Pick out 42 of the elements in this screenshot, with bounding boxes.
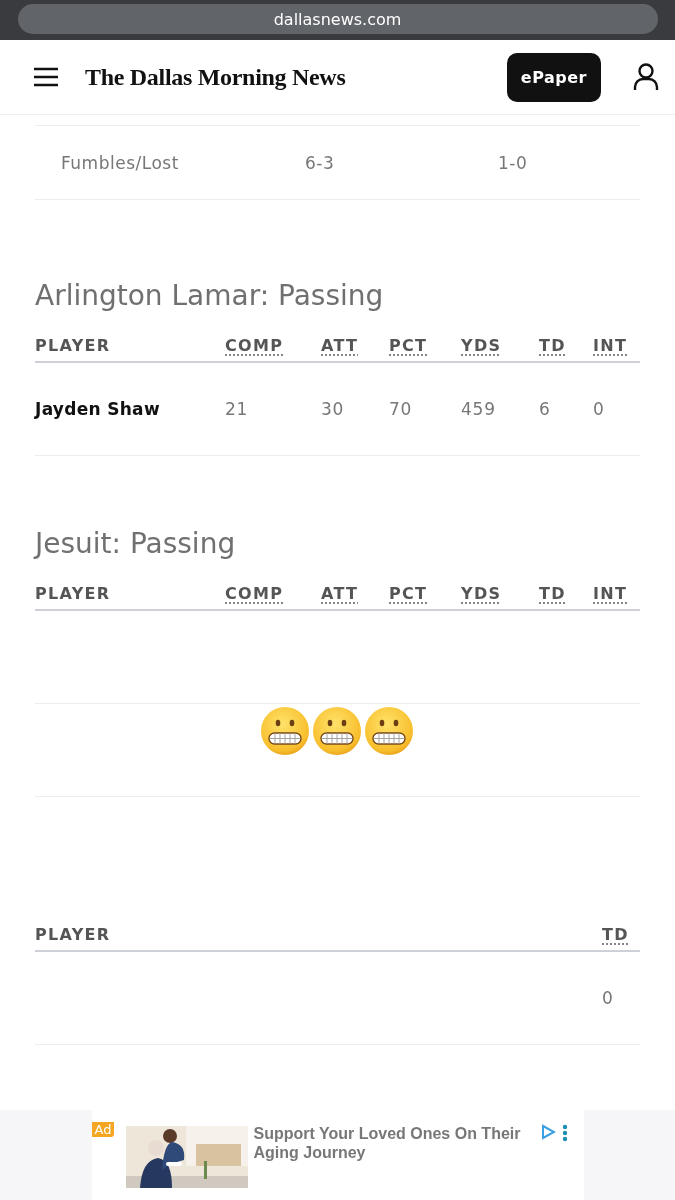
- column-header: ATT: [321, 584, 359, 603]
- table-title: Jesuit: Passing: [35, 526, 237, 562]
- table-cell: 21: [225, 399, 249, 419]
- ad-headline[interactable]: Support Your Loved Ones On Their Aging Journey: [253, 1124, 534, 1162]
- ad-badge: Ad: [91, 1122, 115, 1137]
- stat-value: 6-3: [305, 152, 336, 173]
- address-bar[interactable]: dallasnews.com: [17, 4, 658, 34]
- grimacing-emoji-icon: [364, 706, 414, 756]
- column-header: YDS: [461, 336, 502, 355]
- column-header: INT: [593, 336, 628, 355]
- column-header: PLAYER: [35, 925, 111, 944]
- table-cell: 6: [539, 399, 551, 419]
- column-header: YDS: [461, 584, 502, 603]
- column-header: TD: [539, 336, 566, 355]
- menu-icon[interactable]: [33, 67, 59, 87]
- column-header: PCT: [389, 336, 428, 355]
- column-header: INT: [593, 584, 628, 603]
- table-cell: 30: [321, 399, 345, 419]
- player-name: Jayden Shaw: [35, 399, 160, 419]
- table-cell: 70: [389, 399, 413, 419]
- ad-banner[interactable]: Ad Support Your Loved Ones On Their Aging Journey: [91, 1110, 584, 1200]
- table-cell: 459: [461, 399, 496, 419]
- column-header: PLAYER: [35, 336, 111, 355]
- column-header: COMP: [225, 336, 284, 355]
- grimacing-emoji-icon: [260, 706, 310, 756]
- table-cell: 0: [602, 988, 614, 1008]
- play-icon[interactable]: [539, 1124, 556, 1140]
- account-icon[interactable]: [633, 63, 659, 91]
- column-header: TD: [539, 584, 566, 603]
- column-header: ATT: [321, 336, 359, 355]
- stat-value: 1-0: [498, 152, 529, 173]
- more-options-icon[interactable]: [561, 1124, 568, 1142]
- column-header: TD: [602, 925, 629, 944]
- column-header: PCT: [389, 584, 428, 603]
- column-header: COMP: [225, 584, 284, 603]
- grimacing-emoji-icon: [312, 706, 362, 756]
- table-title: Arlington Lamar: Passing: [35, 278, 385, 314]
- column-header: PLAYER: [35, 584, 111, 603]
- table-cell: 0: [593, 399, 605, 419]
- stat-label: Fumbles/Lost: [61, 152, 180, 173]
- site-logo[interactable]: The Dallas Morning News: [85, 63, 346, 91]
- epaper-button[interactable]: ePaper: [506, 52, 601, 102]
